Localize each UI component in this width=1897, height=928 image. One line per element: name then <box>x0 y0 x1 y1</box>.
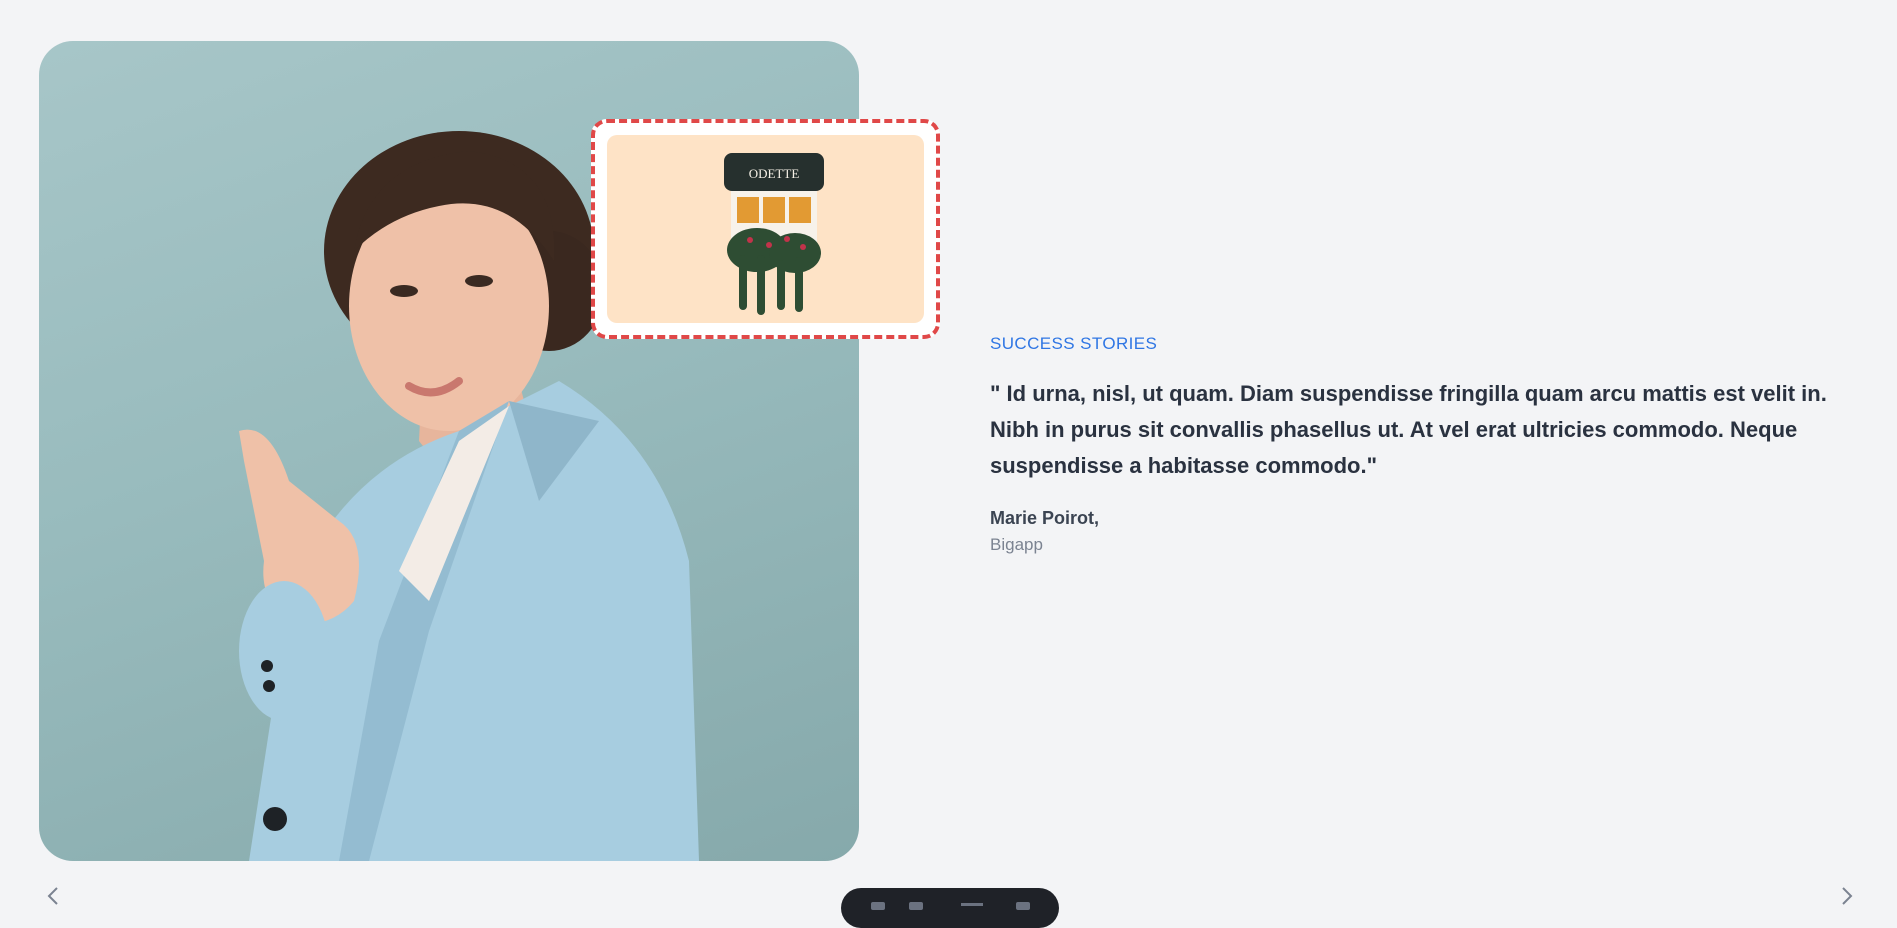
author-company: Bigapp <box>990 535 1043 554</box>
testimonial-section: SUCCESS STORIES " Id urna, nisl, ut quam… <box>990 330 1830 555</box>
testimonial-quote: " Id urna, nisl, ut quam. Diam suspendis… <box>990 381 1827 478</box>
prev-button[interactable] <box>40 882 68 910</box>
floating-toolbar[interactable] <box>841 888 1059 928</box>
chevron-right-icon <box>1842 887 1853 905</box>
odette-logo-image: ODETTE <box>607 135 924 323</box>
toolbar-icons <box>871 902 1030 910</box>
next-button[interactable] <box>1832 882 1860 910</box>
logo-text: ODETTE <box>749 166 800 181</box>
author-name: Marie Poirot, <box>990 508 1100 528</box>
section-eyebrow: SUCCESS STORIES <box>990 334 1158 353</box>
shop-window-icon: ODETTE <box>724 153 824 315</box>
logo-card: ODETTE <box>591 119 940 339</box>
chevron-left-icon <box>47 887 58 905</box>
